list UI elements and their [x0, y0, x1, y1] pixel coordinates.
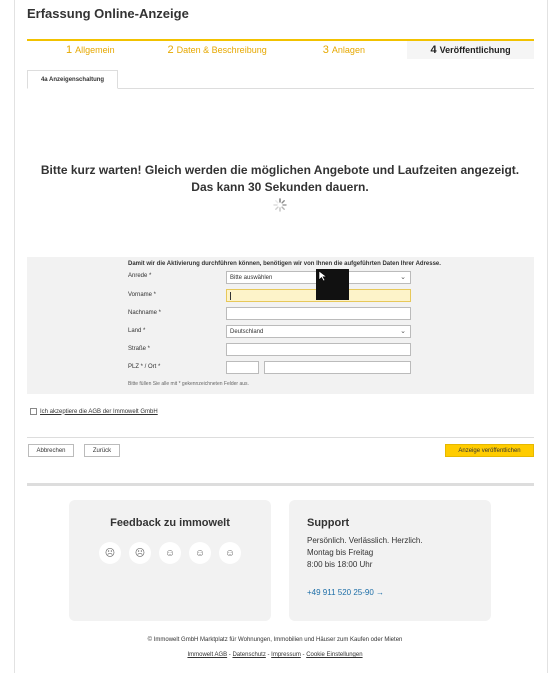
- feedback-title: Feedback zu immowelt: [110, 517, 230, 529]
- feedback-ratings: ☹ ☹ ☺ ☺ ☺: [99, 542, 241, 564]
- step-navigation: 1 Allgemein 2 Daten & Beschreibung 3 Anl…: [27, 39, 534, 59]
- step-label: Veröffentlichung: [439, 45, 511, 55]
- agb-checkbox[interactable]: [30, 408, 37, 415]
- land-select[interactable]: Deutschland ⌄: [226, 325, 411, 338]
- plz-field[interactable]: [226, 361, 259, 374]
- footer-links: Immowelt AGB - Datenschutz - Impressum -…: [0, 652, 550, 658]
- chevron-down-icon: ⌄: [400, 274, 406, 281]
- mouse-pointer-icon: [318, 270, 328, 282]
- cancel-button[interactable]: Abbrechen: [28, 444, 74, 457]
- rating-happy-icon[interactable]: ☺: [189, 542, 211, 564]
- loading-spinner-icon: [273, 198, 287, 212]
- footer-link-cookie-einstellungen[interactable]: Cookie Einstellungen: [306, 652, 362, 658]
- footer-link-impressum[interactable]: Impressum: [271, 652, 301, 658]
- support-hours: 8:00 bis 18:00 Uhr: [307, 560, 373, 569]
- back-button[interactable]: Zurück: [84, 444, 120, 457]
- step-label: Allgemein: [75, 45, 115, 55]
- step-number: 2: [167, 44, 174, 56]
- land-label: Land *: [128, 328, 146, 334]
- footer-link-agb[interactable]: Immowelt AGB: [187, 652, 227, 658]
- agb-consent: Ich akzeptiere die AGB der Immowelt GmbH: [30, 408, 158, 415]
- divider: [27, 437, 534, 438]
- support-phone-link[interactable]: +49 911 520 25-90 →: [307, 588, 384, 597]
- step-allgemein[interactable]: 1 Allgemein: [27, 41, 154, 59]
- cursor-overlay: [316, 269, 349, 300]
- step-label: Daten & Beschreibung: [176, 45, 267, 55]
- feedback-card: Feedback zu immowelt ☹ ☹ ☺ ☺ ☺: [69, 500, 271, 621]
- agb-link[interactable]: Ich akzeptiere die AGB der Immowelt GmbH: [40, 409, 158, 415]
- anrede-value: Bitte auswählen: [230, 274, 273, 281]
- chevron-down-icon: ⌄: [400, 328, 406, 335]
- vorname-label: Vorname *: [128, 292, 157, 298]
- step-daten-beschreibung[interactable]: 2 Daten & Beschreibung: [154, 41, 281, 59]
- rating-neutral-icon[interactable]: ☺: [159, 542, 181, 564]
- step-number: 3: [322, 44, 329, 56]
- support-card: Support Persönlich. Verlässlich. Herzlic…: [289, 500, 491, 621]
- support-days: Montag bis Freitag: [307, 548, 374, 557]
- page-title: Erfassung Online-Anzeige: [27, 6, 189, 21]
- anrede-label: Anrede *: [128, 273, 152, 279]
- land-value: Deutschland: [230, 328, 264, 335]
- strasse-label: Straße *: [128, 346, 151, 352]
- wait-message: Bitte kurz warten! Gleich werden die mög…: [40, 163, 520, 194]
- tab-bar: 4a Anzeigenschaltung: [27, 70, 534, 89]
- publish-button[interactable]: Anzeige veröffentlichen: [445, 444, 534, 457]
- step-label: Anlagen: [331, 45, 365, 55]
- address-form: Damit wir die Aktivierung durchführen kö…: [27, 257, 534, 394]
- support-title: Support: [307, 517, 350, 529]
- step-anlagen[interactable]: 3 Anlagen: [281, 41, 408, 59]
- rating-unhappy-icon[interactable]: ☹: [129, 542, 151, 564]
- footer-link-datenschutz[interactable]: Datenschutz: [232, 652, 265, 658]
- section-separator: [27, 483, 534, 486]
- plz-ort-label: PLZ * / Ort *: [128, 364, 161, 370]
- rating-very-happy-icon[interactable]: ☺: [219, 542, 241, 564]
- footer-copyright: © Immowelt GmbH Marktplatz für Wohnungen…: [147, 637, 403, 643]
- tab-anzeigenschaltung[interactable]: 4a Anzeigenschaltung: [27, 70, 118, 89]
- support-slogan: Persönlich. Verlässlich. Herzlich.: [307, 536, 423, 545]
- ort-field[interactable]: [264, 361, 411, 374]
- form-hint: Damit wir die Aktivierung durchführen kö…: [128, 261, 441, 267]
- nachname-field[interactable]: [226, 307, 411, 320]
- strasse-field[interactable]: [226, 343, 411, 356]
- step-number: 1: [66, 44, 73, 56]
- step-number: 4: [430, 44, 437, 56]
- required-note: Bitte füllen Sie alle mit * gekennzeichn…: [128, 381, 249, 387]
- nachname-label: Nachname *: [128, 310, 162, 316]
- step-veroeffentlichung[interactable]: 4 Veröffentlichung: [407, 41, 534, 59]
- rating-very-unhappy-icon[interactable]: ☹: [99, 542, 121, 564]
